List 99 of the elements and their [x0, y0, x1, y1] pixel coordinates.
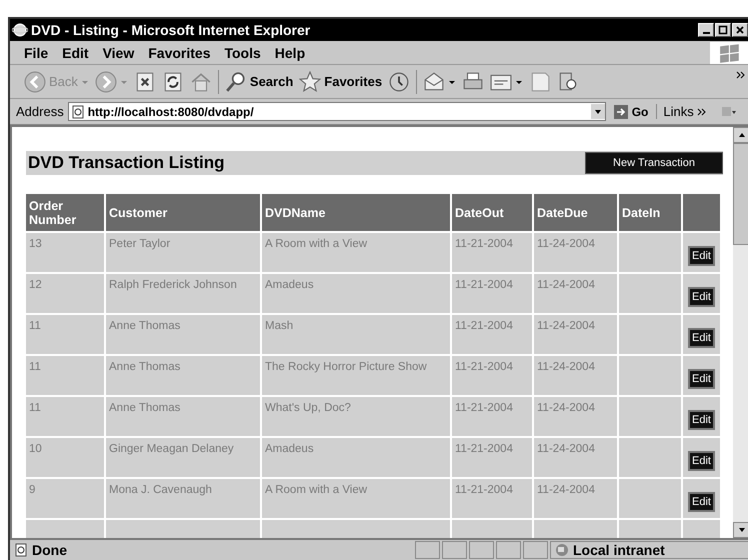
links-button[interactable]: Links	[656, 104, 713, 119]
table-cell: 11	[29, 402, 41, 414]
table-cell: Mona J. Cavenaugh	[109, 484, 212, 496]
go-button[interactable]: Go	[610, 104, 652, 118]
table-cell: Anne Thomas	[109, 320, 180, 332]
minimize-icon	[703, 32, 710, 34]
status-pane	[523, 541, 548, 559]
table-cell: Amadeus	[265, 443, 314, 455]
table-cell: 11-24-2004	[537, 320, 595, 332]
status-pane	[442, 541, 467, 559]
page-icon	[14, 543, 28, 557]
new-transaction-button[interactable]: New Transaction	[585, 152, 723, 174]
column-header: Order Number	[26, 194, 104, 231]
close-button[interactable]	[732, 23, 748, 37]
menu-item[interactable]: Favorites	[148, 44, 210, 60]
table-cell: 11-24-2004	[537, 443, 595, 455]
edit-button[interactable]: Edit	[688, 246, 715, 266]
favorites-button[interactable]: Favorites	[299, 70, 382, 92]
table-cell: 11-24-2004	[537, 402, 595, 414]
column-header: DateIn	[619, 194, 681, 231]
home-button[interactable]	[190, 70, 212, 92]
address-label: Address	[16, 104, 64, 119]
table-cell: 11-24-2004	[537, 361, 595, 373]
search-button[interactable]: Search	[224, 70, 294, 92]
table-cell: A Room with a View	[265, 484, 368, 496]
menu-item[interactable]: View	[102, 44, 134, 60]
table-cell: 10	[29, 443, 42, 455]
table-cell: Mash	[265, 320, 294, 332]
maximize-icon	[717, 25, 729, 35]
mail-button[interactable]	[423, 70, 456, 92]
down-arrow-icon	[738, 526, 746, 534]
status-pane	[496, 541, 521, 559]
address-field[interactable]: http://localhost:8080/dvdapp/	[68, 102, 606, 121]
scrollbar[interactable]	[733, 127, 748, 538]
table-cell: 11-21-2004	[455, 484, 513, 496]
column-header: DateDue	[534, 194, 617, 231]
close-icon	[734, 25, 746, 35]
search-icon	[224, 70, 247, 92]
table-cell: The Rocky Horror Picture Show	[265, 361, 427, 373]
maximize-button[interactable]	[715, 23, 731, 37]
table-cell: Ginger Meagan Delaney	[109, 443, 234, 455]
edit-button[interactable]: Edit	[688, 368, 715, 388]
table-cell: Peter Taylor	[109, 238, 170, 250]
table-cell: 11-24-2004	[537, 279, 595, 291]
table-cell: 11-24-2004	[537, 238, 595, 250]
table-cell: Anne Thomas	[109, 361, 180, 373]
scroll-thumb[interactable]	[733, 143, 748, 245]
table-cell: 11-21-2004	[455, 361, 513, 373]
edit-button[interactable]: Edit	[688, 286, 715, 306]
table-cell: 11-21-2004	[455, 320, 513, 332]
table-cell: Ralph Frederick Johnson	[109, 279, 237, 291]
clock-icon	[388, 70, 410, 92]
arrow-icon	[614, 104, 628, 118]
browser-icon	[12, 22, 28, 38]
edit-button[interactable]: Edit	[688, 410, 715, 430]
note-icon	[529, 70, 552, 92]
zone-text: Local intranet	[573, 542, 665, 558]
envelope-icon	[423, 70, 446, 92]
table-cell: A Room with a View	[265, 238, 368, 250]
caret-icon	[594, 108, 602, 116]
edit-button[interactable]: Edit	[688, 328, 715, 348]
table-cell: What's Up, Doc?	[265, 402, 351, 414]
column-header: Customer	[106, 194, 260, 231]
chevron-icon	[696, 108, 707, 116]
history-button[interactable]	[388, 70, 410, 92]
menu-item[interactable]: Tools	[224, 44, 261, 60]
column-header: DateOut	[452, 194, 532, 231]
star-icon	[299, 70, 322, 92]
column-header: DVDName	[262, 194, 450, 231]
menu-item[interactable]: Help	[274, 44, 306, 60]
menu-item[interactable]: File	[24, 44, 48, 60]
up-arrow-icon	[738, 131, 746, 139]
window-title: DVD - Listing - Microsoft Internet Explorer	[31, 22, 312, 38]
status-pane	[469, 541, 494, 559]
minimize-button[interactable]	[698, 23, 714, 37]
more-chevron-icon[interactable]	[736, 71, 746, 79]
status-text: Done	[32, 542, 67, 558]
edit-button[interactable]: Edit	[688, 492, 715, 512]
dropdown-button[interactable]	[590, 104, 605, 119]
scroll-down-button[interactable]	[733, 522, 748, 538]
table-cell: 11-21-2004	[455, 238, 513, 250]
page-icon	[70, 104, 85, 118]
table-cell: 11	[29, 320, 41, 332]
table-cell: Anne Thomas	[109, 402, 180, 414]
table-cell: 11-21-2004	[455, 402, 513, 414]
table-cell: 11-24-2004	[537, 484, 595, 496]
table-cell: 9	[29, 484, 36, 496]
table-cell: 12	[29, 279, 42, 291]
scroll-up-button[interactable]	[733, 127, 748, 143]
edit-button[interactable]: Edit	[688, 450, 715, 470]
table-cell: 11	[29, 361, 41, 373]
table-cell: 11-21-2004	[455, 279, 513, 291]
house-icon	[190, 70, 212, 92]
status-pane	[415, 541, 440, 559]
menu-item[interactable]: Edit	[62, 44, 89, 60]
table-cell: Amadeus	[265, 279, 314, 291]
page-title: DVD Transaction Listing	[27, 153, 224, 173]
table-cell: 11-21-2004	[455, 443, 513, 455]
table-cell: 13	[29, 238, 42, 250]
